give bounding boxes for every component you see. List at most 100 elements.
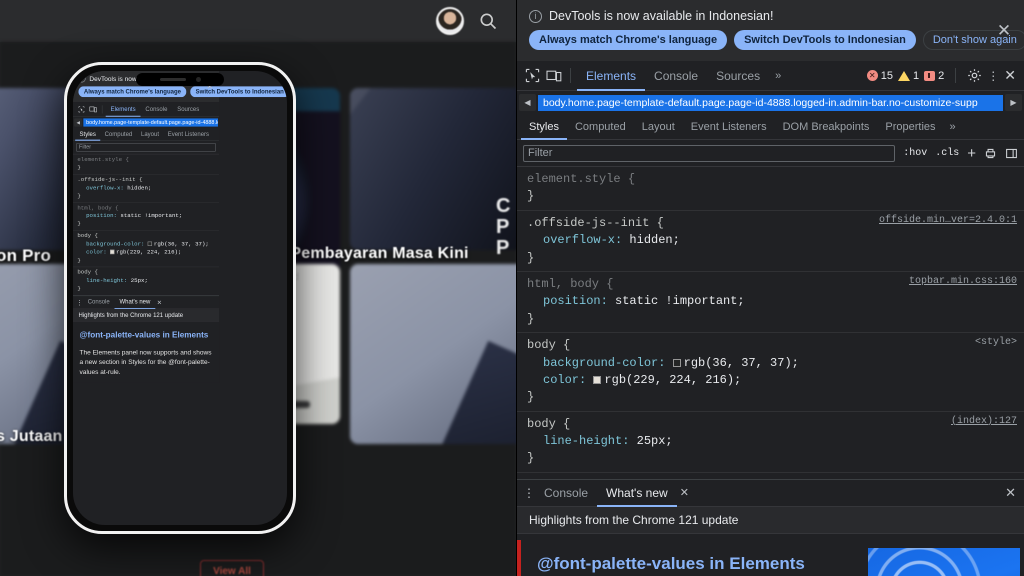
css-value[interactable]: static !important;: [615, 294, 745, 308]
breadcrumb-back-icon[interactable]: ◀: [74, 118, 82, 126]
breadcrumb-forward-icon[interactable]: ▶: [1005, 94, 1022, 111]
hov-toggle[interactable]: :hov: [903, 148, 927, 159]
tab-sources[interactable]: Sources: [707, 61, 769, 91]
more-panels-icon[interactable]: »: [769, 70, 787, 82]
color-swatch[interactable]: [673, 359, 681, 367]
pane-tab-styles[interactable]: Styles: [521, 114, 567, 140]
pane-tab-dom-breakpoints[interactable]: DOM Breakpoints: [775, 114, 878, 140]
pane-tab-layout[interactable]: Layout: [634, 114, 683, 140]
css-value[interactable]: rgb(36, 37, 37);: [154, 241, 209, 248]
color-swatch[interactable]: [148, 242, 152, 246]
device-toolbar-icon[interactable]: [87, 104, 98, 114]
switch-devtools-language-button[interactable]: Switch DevTools to Indonesian: [734, 30, 916, 50]
more-options-icon[interactable]: ⋮: [987, 69, 999, 83]
color-swatch[interactable]: [110, 250, 114, 254]
toggle-print-media-icon[interactable]: [984, 147, 997, 160]
always-match-language-button[interactable]: Always match Chrome's language: [78, 86, 186, 97]
pane-tab-layout[interactable]: Layout: [137, 127, 164, 140]
color-swatch[interactable]: [593, 376, 601, 384]
inspect-element-icon[interactable]: [522, 67, 543, 85]
styles-pane-tabs: Styles Computed Layout Event Listeners D…: [517, 114, 1024, 140]
css-value[interactable]: 25px;: [637, 434, 673, 448]
article-thumbnail[interactable]: [868, 548, 1020, 576]
tab-console[interactable]: Console: [141, 102, 173, 117]
drawer-tabs: ⋮ Console What's new ✕ ✕: [517, 479, 1024, 507]
css-property[interactable]: overflow-x: [86, 185, 120, 192]
article-title[interactable]: @font-palette-values in Elements: [80, 330, 213, 339]
pane-tab-styles[interactable]: Styles: [75, 127, 100, 140]
tab-sources[interactable]: Sources: [172, 102, 204, 117]
issue-count[interactable]: 2: [924, 70, 944, 82]
gear-icon[interactable]: [967, 68, 982, 83]
styles-filter-input[interactable]: Filter: [523, 145, 895, 162]
device-toolbar-icon[interactable]: [543, 67, 564, 85]
search-icon[interactable]: [478, 11, 498, 31]
css-property[interactable]: color: [86, 249, 103, 256]
banner-close-icon[interactable]: ✕: [996, 23, 1012, 39]
tab-elements[interactable]: Elements: [106, 102, 141, 117]
drawer-tab-console[interactable]: Console: [535, 479, 597, 507]
tab-console[interactable]: Console: [645, 61, 707, 91]
css-rule[interactable]: html, body { position: static !important…: [73, 203, 219, 231]
breadcrumb-back-icon[interactable]: ◀: [519, 94, 536, 111]
css-value[interactable]: static !important;: [120, 213, 182, 220]
warning-count[interactable]: 1: [898, 70, 919, 82]
css-value[interactable]: rgb(229, 224, 216);: [604, 373, 741, 387]
css-property[interactable]: overflow-x: [543, 233, 615, 247]
css-rule[interactable]: .offside-js--init { overflow-x: hidden; …: [517, 211, 1024, 272]
css-property[interactable]: line-height: [86, 277, 124, 284]
drawer-tab-whats-new[interactable]: What's new: [115, 295, 156, 309]
drawer-tab-close-icon[interactable]: ✕: [680, 486, 689, 499]
drawer-more-options-icon[interactable]: ⋮: [523, 486, 535, 500]
site-card[interactable]: [350, 88, 516, 250]
pane-tab-computed[interactable]: Computed: [100, 127, 136, 140]
css-rule[interactable]: element.style { }: [73, 154, 219, 174]
styles-filter-bar: Filter :hov .cls +: [517, 140, 1024, 167]
site-card[interactable]: [350, 264, 516, 444]
pane-tab-event-listeners[interactable]: Event Listeners: [683, 114, 775, 140]
css-origin-link[interactable]: (index):127: [951, 415, 1017, 430]
css-property[interactable]: background-color: [86, 241, 141, 248]
css-rule[interactable]: html, body { position: static !important…: [517, 272, 1024, 333]
user-avatar[interactable]: [436, 7, 464, 35]
css-property[interactable]: color: [543, 373, 579, 387]
css-property[interactable]: position: [86, 213, 113, 220]
breadcrumb-selected-node[interactable]: body.home.page-template-default.page.pag…: [83, 118, 218, 126]
error-count[interactable]: 15: [867, 70, 893, 82]
drawer-tab-whats-new[interactable]: What's new: [597, 479, 677, 507]
breadcrumb-selected-node[interactable]: body.home.page-template-default.page.pag…: [538, 95, 1003, 111]
css-value[interactable]: hidden;: [629, 233, 679, 247]
styles-filter-input[interactable]: Filter: [76, 143, 216, 152]
css-rule[interactable]: body { line-height: 25px; }: [73, 267, 219, 295]
computed-sidebar-icon[interactable]: [1005, 147, 1018, 160]
css-rule[interactable]: body { background-color: rgb(36, 37, 37)…: [73, 231, 219, 267]
css-origin-link[interactable]: offside.min…ver=2.4.0:1: [879, 214, 1017, 229]
css-origin-link[interactable]: topbar.min.css:160: [909, 275, 1017, 290]
cls-toggle[interactable]: .cls: [935, 148, 959, 159]
drawer-tab-console[interactable]: Console: [83, 295, 115, 309]
inspect-element-icon[interactable]: [76, 104, 87, 114]
css-property[interactable]: background-color: [543, 356, 658, 370]
drawer-close-icon[interactable]: ✕: [1005, 485, 1016, 501]
add-new-rule-icon[interactable]: +: [967, 145, 976, 162]
pane-tab-computed[interactable]: Computed: [567, 114, 634, 140]
css-property[interactable]: position: [543, 294, 601, 308]
pane-tab-properties[interactable]: Properties: [877, 114, 943, 140]
css-rule[interactable]: body { line-height: 25px; } (index):127: [517, 412, 1024, 473]
more-panes-icon[interactable]: »: [944, 121, 962, 133]
css-selector: body: [77, 269, 91, 276]
css-value[interactable]: 25px;: [131, 277, 148, 284]
css-value[interactable]: rgb(36, 37, 37);: [684, 356, 799, 370]
css-property[interactable]: line-height: [543, 434, 622, 448]
always-match-language-button[interactable]: Always match Chrome's language: [529, 30, 727, 50]
css-rule[interactable]: .offside-js--init { overflow-x: hidden; …: [73, 174, 219, 202]
css-rule[interactable]: body { background-color: rgb(36, 37, 37)…: [517, 333, 1024, 412]
view-all-button[interactable]: View All: [200, 560, 264, 576]
css-rule[interactable]: element.style { }: [517, 167, 1024, 211]
drawer-tab-close-icon[interactable]: ✕: [157, 299, 162, 306]
devtools-close-icon[interactable]: ✕: [1004, 67, 1016, 84]
css-value[interactable]: rgb(229, 224, 216);: [116, 249, 181, 256]
css-value[interactable]: hidden;: [127, 185, 151, 192]
tab-elements[interactable]: Elements: [577, 61, 645, 91]
pane-tab-event-listeners[interactable]: Event Listeners: [163, 127, 213, 140]
